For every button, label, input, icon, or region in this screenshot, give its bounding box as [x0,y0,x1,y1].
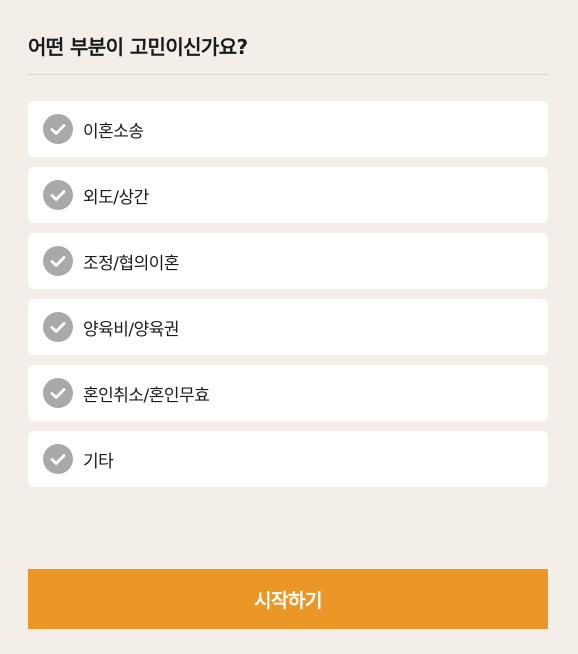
option-label: 기타 [83,451,114,472]
option-affair[interactable]: 외도/상간 [28,167,548,223]
check-circle-icon [43,378,73,408]
option-divorce-lawsuit[interactable]: 이혼소송 [28,101,548,157]
option-label: 조정/협의이혼 [83,253,180,274]
question-title: 어떤 부분이 고민이신가요? [28,35,248,59]
option-label: 이혼소송 [83,121,144,142]
option-label: 양육비/양육권 [83,319,180,340]
option-label: 혼인취소/혼인무효 [83,385,210,406]
option-mediation[interactable]: 조정/협의이혼 [28,233,548,289]
start-button[interactable]: 시작하기 [28,569,548,629]
option-annulment[interactable]: 혼인취소/혼인무효 [28,365,548,421]
check-circle-icon [43,444,73,474]
check-circle-icon [43,180,73,210]
option-list: 이혼소송 외도/상간 조정/협의이혼 양육비/양육권 혼인취소/혼인무효 기타 [28,101,548,497]
option-other[interactable]: 기타 [28,431,548,487]
divider [28,74,548,75]
check-circle-icon [43,312,73,342]
option-child-support[interactable]: 양육비/양육권 [28,299,548,355]
option-label: 외도/상간 [83,187,149,208]
check-circle-icon [43,114,73,144]
check-circle-icon [43,246,73,276]
